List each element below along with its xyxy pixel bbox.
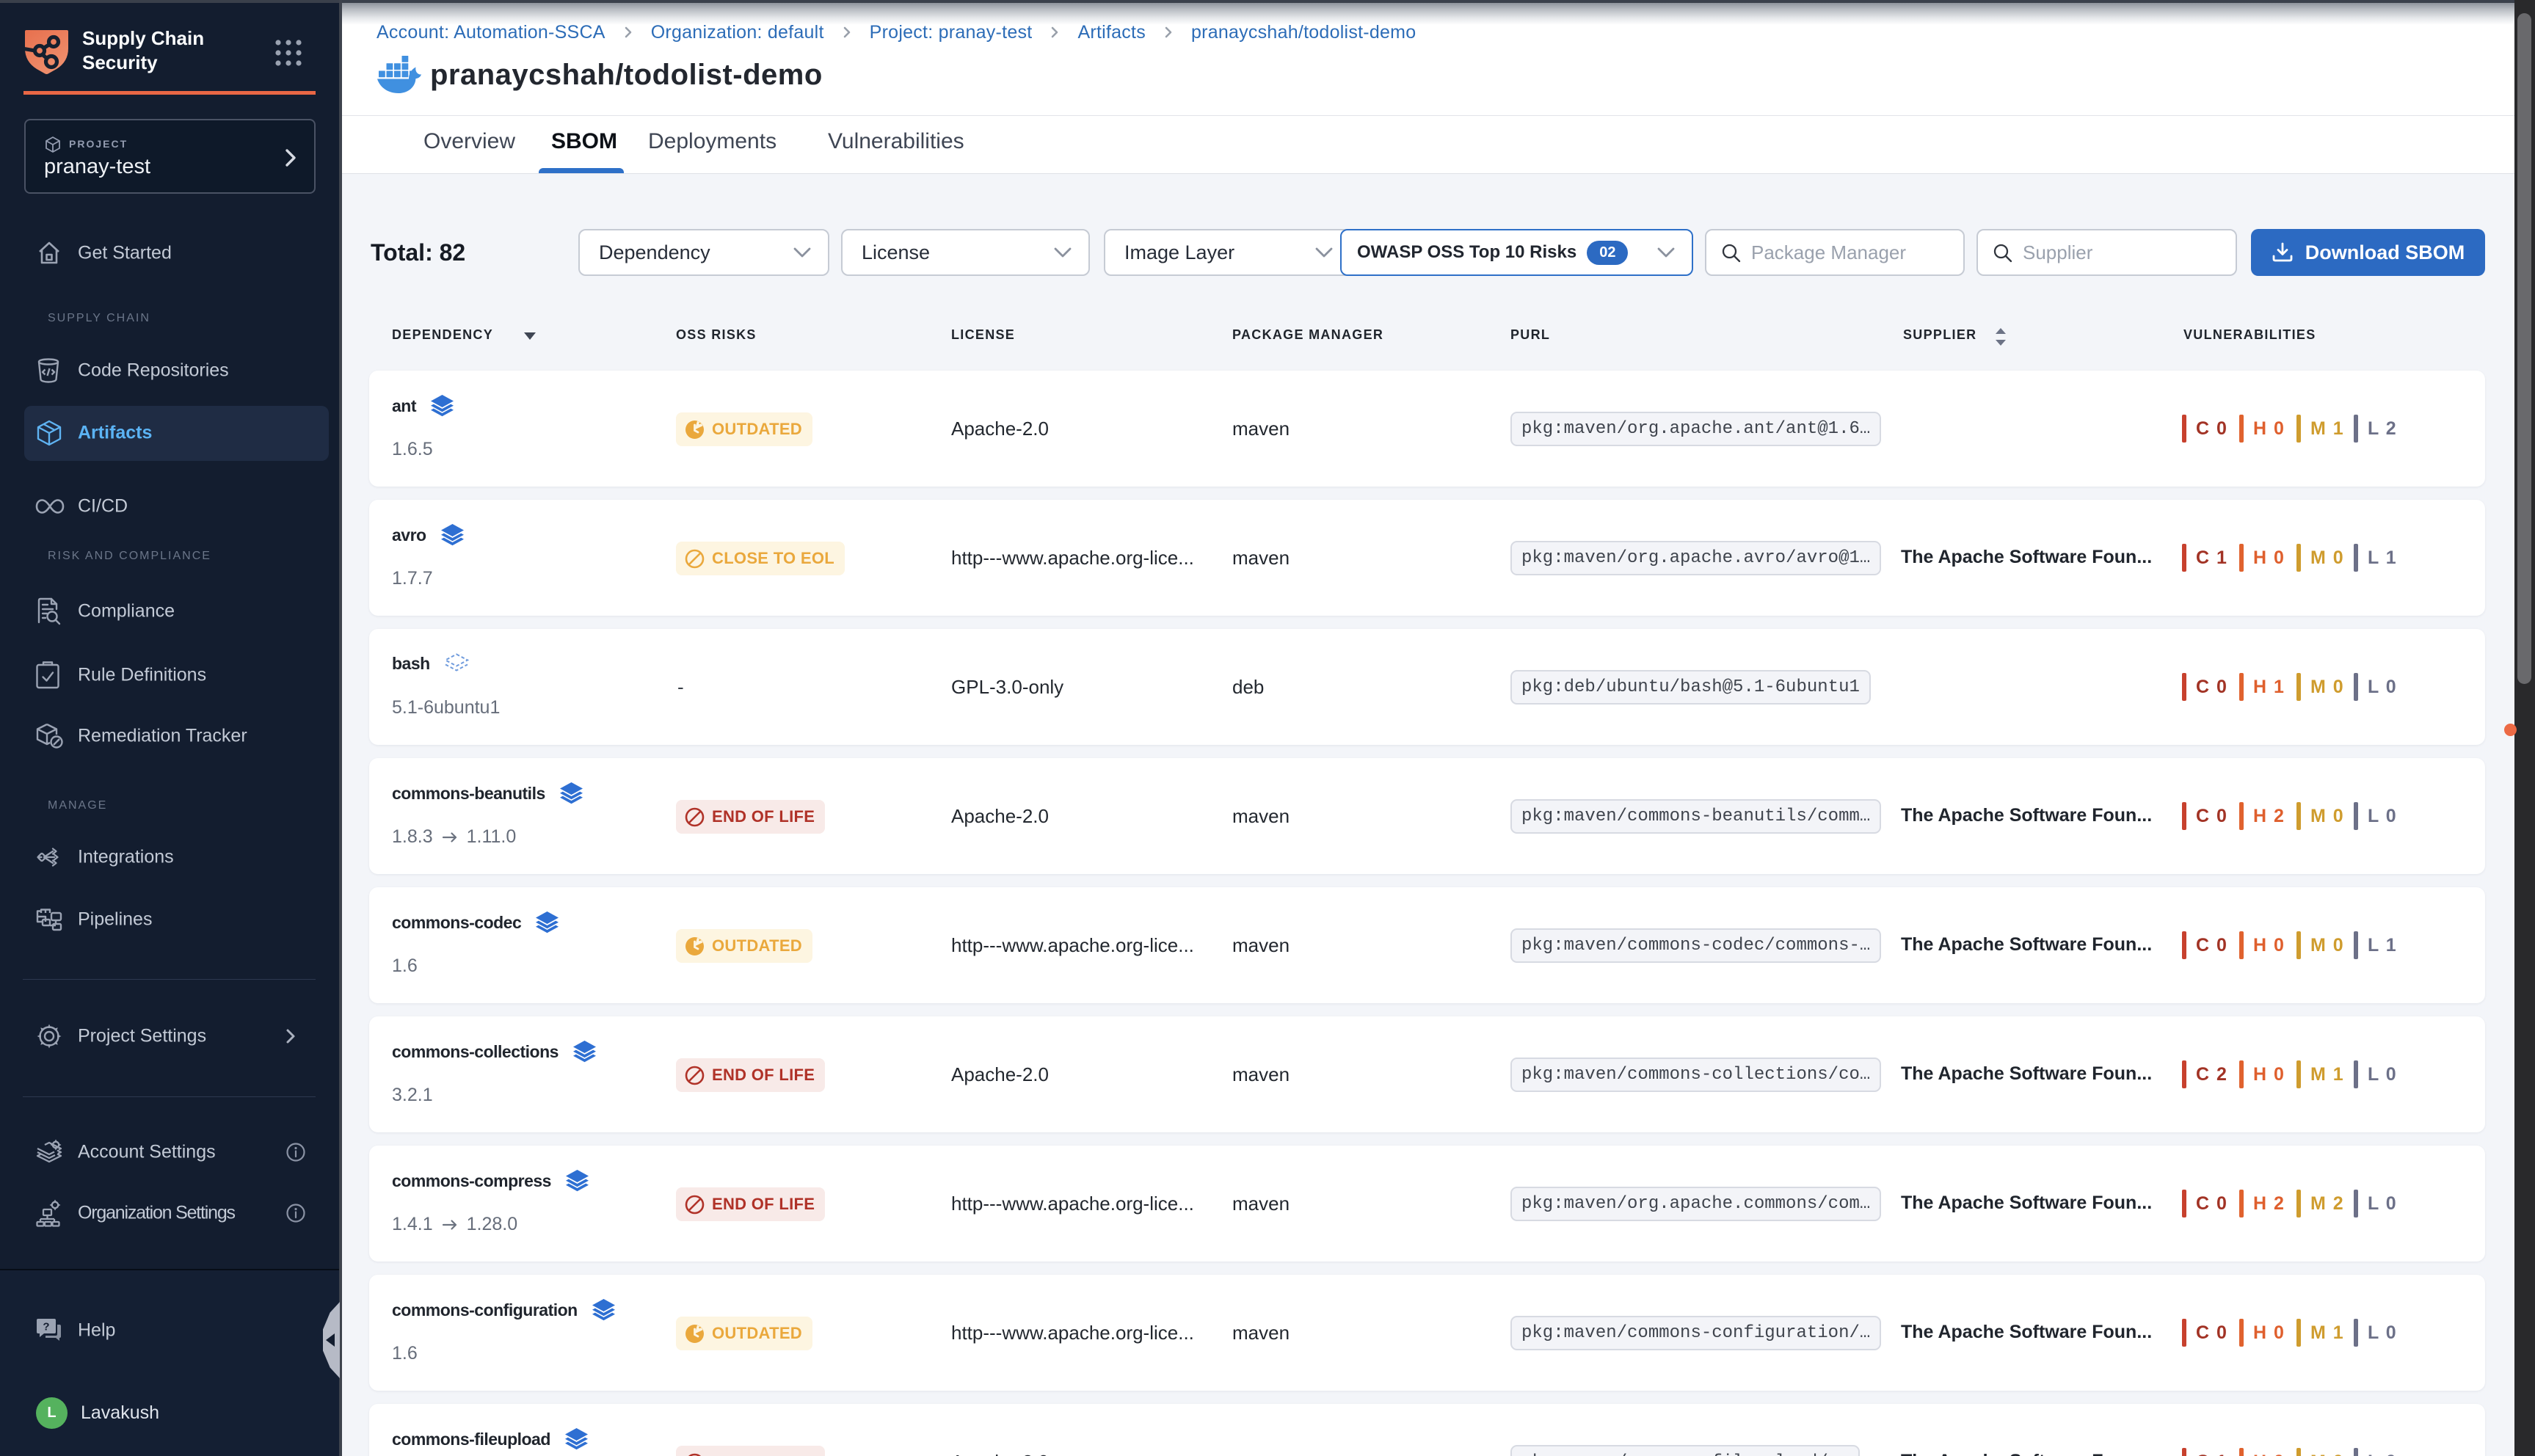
svg-text:?: ? xyxy=(43,1321,49,1333)
